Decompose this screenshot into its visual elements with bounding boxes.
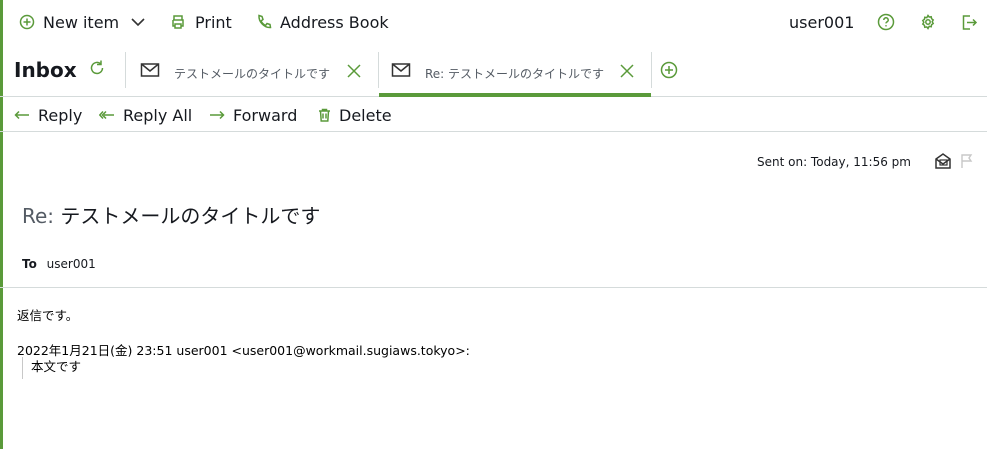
- print-label: Print: [195, 12, 232, 32]
- header-divider: [0, 287, 987, 288]
- envelope-icon: [391, 63, 411, 77]
- add-tab-icon[interactable]: [660, 61, 678, 79]
- quote-header: 2022年1月21日(金) 23:51 user001 <user001@wor…: [17, 343, 470, 358]
- help-icon: [877, 13, 895, 31]
- forward-button[interactable]: Forward: [209, 105, 297, 125]
- message-action-bar: Reply Reply All Forward Delete: [0, 97, 987, 132]
- top-toolbar: New item Print Address Book user001: [0, 0, 987, 44]
- flag-icon[interactable]: [960, 153, 974, 169]
- phone-icon: [258, 14, 272, 29]
- envelope-open-icon[interactable]: [934, 152, 952, 170]
- settings-button[interactable]: [920, 11, 936, 33]
- reply-arrow-icon: [14, 110, 29, 120]
- reply-all-arrow-icon: [99, 110, 114, 120]
- reply-button[interactable]: Reply: [14, 105, 82, 125]
- reply-all-button[interactable]: Reply All: [99, 105, 192, 125]
- trash-icon: [319, 108, 330, 122]
- quoted-text: 本文です: [22, 357, 81, 379]
- sent-on-timestamp: Sent on: Today, 11:56 pm: [757, 155, 911, 169]
- tab-title: テストメールのタイトルです: [174, 67, 331, 81]
- delete-button[interactable]: Delete: [318, 105, 392, 125]
- to-label: To: [22, 257, 37, 271]
- refresh-icon[interactable]: [87, 58, 107, 78]
- close-icon[interactable]: [346, 63, 362, 79]
- new-item-label: New item: [43, 12, 120, 32]
- tab-divider: [125, 52, 126, 88]
- forward-label: Forward: [233, 105, 298, 125]
- inbox-tab[interactable]: Inbox: [14, 58, 77, 82]
- tab-message-original[interactable]: テストメールのタイトルです: [128, 44, 378, 97]
- envelope-icon: [140, 63, 160, 77]
- recipient-row: To user001: [22, 257, 96, 271]
- tab-bar: Inbox テストメールのタイトルです Re: テストメールのタイトルです: [0, 44, 987, 97]
- sign-out-icon: [962, 14, 978, 30]
- address-book-label: Address Book: [280, 12, 389, 32]
- close-icon[interactable]: [619, 63, 635, 79]
- subject-prefix: Re:: [22, 204, 55, 228]
- forward-arrow-icon: [210, 110, 225, 120]
- to-recipient[interactable]: user001: [47, 257, 96, 271]
- chevron-down-icon[interactable]: [131, 17, 145, 27]
- reply-label: Reply: [38, 105, 83, 125]
- message-subject: Re: テストメールのタイトルです: [22, 200, 320, 229]
- user-menu[interactable]: user001: [789, 11, 854, 33]
- username-label: user001: [789, 12, 855, 32]
- tab-divider: [651, 52, 652, 88]
- plus-circle-icon: [19, 14, 35, 30]
- delete-label: Delete: [339, 105, 392, 125]
- new-item-button[interactable]: New item: [19, 11, 145, 33]
- print-button[interactable]: Print: [170, 11, 232, 33]
- subject-title: テストメールのタイトルです: [60, 204, 321, 228]
- tab-title: Re: テストメールのタイトルです: [425, 67, 605, 81]
- tab-message-reply[interactable]: Re: テストメールのタイトルです: [379, 44, 651, 97]
- address-book-button[interactable]: Address Book: [256, 11, 389, 33]
- printer-icon: [172, 15, 184, 29]
- help-button[interactable]: [877, 11, 895, 33]
- gear-icon: [921, 14, 935, 30]
- message-body-text: 返信です。: [17, 308, 79, 323]
- reply-all-label: Reply All: [123, 105, 193, 125]
- sign-out-button[interactable]: [961, 11, 978, 33]
